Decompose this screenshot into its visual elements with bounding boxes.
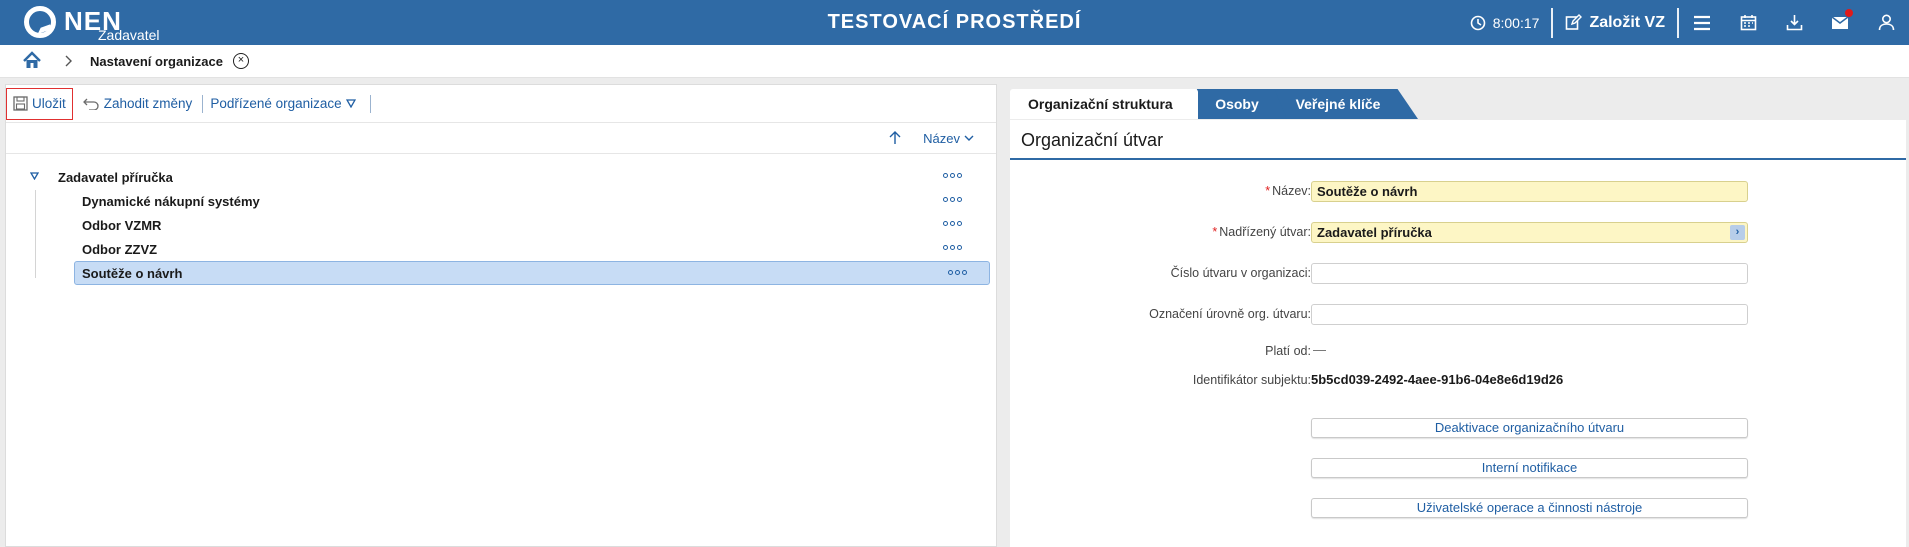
tree-node-label: Dynamické nákupní systémy [82, 193, 260, 209]
deactivate-unit-button[interactable]: Deaktivace organizačního útvaru [1311, 418, 1748, 438]
unit-level-field[interactable] [1311, 304, 1748, 325]
chevron-right-icon[interactable]: › [1730, 225, 1745, 240]
detail-panel: Veřejné klíče Osoby Organizační struktur… [1010, 84, 1906, 547]
tree-node[interactable]: Dynamické nákupní systémy [6, 189, 996, 213]
logo-ring-icon [24, 6, 56, 38]
dropdown-triangle-icon [345, 99, 356, 108]
chevron-down-icon [964, 135, 974, 141]
field-label: * Nadřízený útvar: [1212, 225, 1311, 239]
form-title: Organizační útvar [1010, 120, 1906, 160]
user-operations-button[interactable]: Uživatelské operace a činnosti nástroje [1311, 498, 1748, 518]
top-bar: NEN Zadavatel TESTOVACÍ PROSTŘEDÍ 8:00:1… [0, 0, 1909, 45]
save-button[interactable]: Uložit [6, 87, 73, 120]
tab-org-structure[interactable]: Organizační struktura [1010, 89, 1198, 119]
detail-tabs: Veřejné klíče Osoby Organizační struktur… [1010, 84, 1906, 120]
undo-icon [82, 98, 99, 110]
tree-node-label: Zadavatel příručka [58, 169, 173, 185]
notification-dot [1845, 9, 1853, 17]
field-label: Platí od: [1265, 344, 1311, 358]
calendar-icon [1740, 15, 1756, 31]
create-vz-button[interactable]: Založit VZ [1553, 0, 1677, 45]
field-number-row: Číslo útvaru v organizaci: [1010, 263, 1906, 285]
field-parent-row: * Nadřízený útvar: Zadavatel příručka › [1010, 222, 1906, 244]
more-options-icon[interactable] [943, 221, 962, 226]
sort-field-dropdown[interactable]: Název [923, 131, 960, 146]
tree-toolbar: Uložit Zahodit změny Podřízené organizac… [6, 85, 996, 123]
discard-label: Zahodit změny [103, 96, 193, 111]
field-level-row: Označení úrovně org. útvaru: [1010, 304, 1906, 326]
subject-identifier-value: 5b5cd039-2492-4aee-91b6-04e8e6d19d26 [1311, 372, 1564, 387]
sort-row: Název [6, 123, 996, 154]
org-unit-form: Organizační útvar * Název: Soutěže o návr… [1010, 120, 1906, 547]
toolbar-divider [369, 94, 371, 113]
divider [1551, 7, 1554, 38]
valid-from-value: — [1313, 342, 1326, 357]
discard-changes-button[interactable]: Zahodit změny [77, 88, 199, 120]
breadcrumb-current: Nastavení organizace [90, 53, 223, 69]
menu-icon [1694, 15, 1710, 30]
internal-notifications-button[interactable]: Interní notifikace [1311, 458, 1748, 478]
more-options-icon[interactable] [943, 173, 962, 178]
field-valid-from-row: Platí od: — [1010, 341, 1906, 363]
create-vz-label: Založit VZ [1589, 13, 1665, 31]
user-icon [1878, 14, 1894, 31]
breadcrumb: Nastavení organizace × [0, 45, 1909, 78]
tree-node-selected[interactable]: Soutěže o návrh [74, 261, 990, 285]
clock-icon [1470, 15, 1486, 30]
mail-icon [1831, 15, 1849, 29]
tree-node-label: Odbor VZMR [82, 217, 162, 233]
unit-number-field[interactable] [1311, 263, 1748, 284]
home-icon[interactable] [22, 51, 42, 71]
sort-ascending-icon[interactable] [889, 131, 901, 145]
parent-unit-field[interactable]: Zadavatel příručka › [1311, 222, 1748, 243]
field-identifier-row: Identifikátor subjektu: 5b5cd039-2492-4a… [1010, 370, 1906, 392]
sub-org-label: Podřízené organizace [210, 96, 342, 111]
sub-organizations-dropdown[interactable]: Podřízené organizace [207, 88, 365, 120]
calendar-button[interactable] [1725, 0, 1771, 45]
save-icon [13, 96, 28, 111]
more-options-icon[interactable] [943, 197, 962, 202]
field-label: Identifikátor subjektu: [1192, 373, 1311, 387]
field-label: Číslo útvaru v organizaci: [1170, 266, 1311, 280]
logo-subtitle: Zadavatel [98, 27, 160, 43]
tree-node-label: Odbor ZZVZ [82, 241, 158, 257]
organization-tree-panel: Uložit Zahodit změny Podřízené organizac… [5, 84, 997, 547]
field-label: * Název: [1265, 184, 1311, 198]
download-button[interactable] [1771, 0, 1817, 45]
chevron-right-icon [65, 55, 72, 67]
more-options-icon[interactable] [948, 270, 967, 275]
edit-icon [1566, 14, 1583, 30]
more-options-icon[interactable] [943, 245, 962, 250]
download-icon [1786, 15, 1802, 31]
tree-node-label: Soutěže o návrh [82, 265, 183, 281]
tree-node[interactable]: Odbor ZZVZ [6, 237, 996, 261]
tree-node[interactable]: Odbor VZMR [6, 213, 996, 237]
toolbar-divider [202, 94, 204, 113]
parent-unit-value: Zadavatel příručka [1317, 225, 1432, 240]
save-label: Uložit [32, 96, 66, 111]
messages-button[interactable] [1817, 0, 1863, 45]
tab-public-keys[interactable]: Veřejné klíče [1272, 89, 1418, 119]
session-timer: 8:00:17 [1458, 0, 1552, 45]
top-bar-actions: 8:00:17 Založit VZ [1458, 0, 1909, 45]
tab-persons[interactable]: Osoby [1197, 89, 1287, 119]
organization-tree: Zadavatel příručka Dynamické nákupní sys… [6, 154, 996, 285]
field-name-row: * Název: Soutěže o návrh [1010, 181, 1906, 203]
collapse-triangle-icon[interactable] [30, 172, 39, 180]
menu-button[interactable] [1679, 0, 1725, 45]
close-tab-icon[interactable]: × [232, 53, 249, 69]
timer-value: 8:00:17 [1492, 14, 1540, 31]
name-field[interactable]: Soutěže o návrh [1311, 181, 1748, 202]
user-button[interactable] [1863, 0, 1909, 45]
field-label: Označení úrovně org. útvaru: [1149, 307, 1311, 321]
tree-node-root[interactable]: Zadavatel příručka [6, 165, 996, 189]
